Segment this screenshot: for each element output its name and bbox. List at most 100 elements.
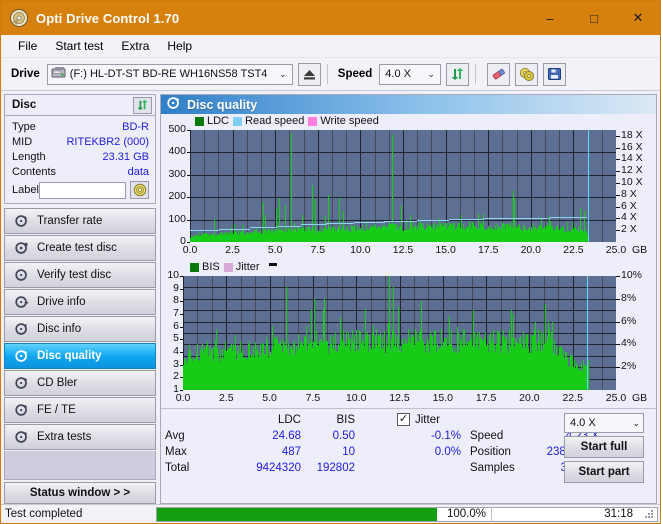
chevron-down-icon[interactable]: ⌄ — [632, 418, 640, 429]
progress-bar-fill — [157, 507, 437, 521]
disc-info-icon — [12, 322, 32, 336]
stats-avg-bis: 0.50 — [332, 430, 355, 442]
chevron-down-icon[interactable]: ⌄ — [424, 69, 438, 80]
stats-col-ldc: LDC — [277, 414, 301, 426]
drive-label: Drive — [11, 68, 40, 80]
axis-tick — [616, 171, 620, 172]
eject-button[interactable] — [297, 62, 321, 86]
samples-stat-label: Samples — [470, 462, 515, 474]
axis-tick — [180, 327, 183, 328]
axis-tick-label: 5.0 — [267, 244, 283, 256]
sidebar-item-extra-tests[interactable]: Extra tests — [4, 424, 156, 450]
axis-tick-label: 17.5 — [477, 244, 499, 256]
axis-tick-label: 12 X — [621, 164, 643, 177]
start-full-button[interactable]: Start full — [564, 436, 644, 458]
axis-tick-label: 5 — [173, 332, 179, 345]
axis-tick-label: 25.0 — [605, 392, 627, 404]
erase-button[interactable] — [487, 62, 511, 86]
disc-label-input[interactable] — [38, 181, 126, 199]
drive-select[interactable]: (F:) HL-DT-ST BD-RE WH16NS58 TST4 ⌄ — [46, 63, 293, 85]
legend-swatch-ldc — [195, 116, 204, 126]
axis-tick — [180, 301, 183, 302]
status-separator — [491, 507, 492, 521]
stats-col-bis: BIS — [336, 414, 355, 426]
sidebar-item-create-test-disc[interactable]: Create test disc — [4, 235, 156, 261]
disc-verify-icon — [12, 268, 32, 282]
drive-info-icon — [12, 295, 32, 309]
ldc-plot-area[interactable] — [190, 130, 616, 242]
stats-avg-ldc: 24.68 — [272, 430, 301, 442]
window-controls: – □ ✕ — [528, 1, 660, 35]
disc-label-row: Label — [12, 181, 149, 199]
disc-label-button[interactable] — [130, 181, 149, 199]
disc-bler-icon — [12, 376, 32, 390]
sidebar-label: Verify test disc — [37, 269, 112, 281]
sidebar-item-fe-te[interactable]: FE / TE — [4, 397, 156, 423]
chevron-down-icon[interactable]: ⌄ — [276, 69, 290, 80]
axis-tick-label: 10.0 — [345, 392, 367, 404]
app-disc-icon — [9, 8, 29, 28]
axis-tick-label: 10 — [167, 269, 179, 281]
legend-write-speed: Write speed — [308, 115, 379, 127]
disc-mid-label: MID — [12, 135, 33, 148]
menu-extra[interactable]: Extra — [112, 37, 158, 55]
nav-list: Transfer rate Create test disc Verify te… — [4, 208, 156, 450]
stats-row-avg-label: Avg — [165, 430, 185, 442]
legend-label: Jitter — [235, 261, 260, 273]
bis-plot-area[interactable] — [183, 276, 616, 390]
toolbar: Drive (F:) HL-DT-ST BD-RE WH16NS58 TST4 … — [1, 58, 660, 91]
menu-start-test[interactable]: Start test — [46, 37, 112, 55]
disc-panel-header: Disc — [5, 95, 155, 116]
maximize-button[interactable]: □ — [572, 1, 616, 35]
speed-select[interactable]: 4.0 X ⌄ — [379, 63, 442, 85]
sidebar-item-drive-info[interactable]: Drive info — [4, 289, 156, 315]
discs-button[interactable] — [515, 62, 539, 86]
statistics-panel: LDC BIS Avg Max Total 24.68 487 9424320 … — [161, 408, 656, 484]
axis-tick-label: 12.5 — [389, 392, 410, 404]
legend-label: Read speed — [245, 115, 305, 127]
sidebar-item-verify-test-disc[interactable]: Verify test disc — [4, 262, 156, 288]
menu-help[interactable]: Help — [158, 37, 201, 55]
axis-tick — [187, 175, 190, 176]
speed-stat-label: Speed — [470, 430, 504, 442]
axis-tick — [616, 183, 620, 184]
axis-tick-label: 25.0 — [605, 244, 627, 256]
disc-refresh-button[interactable] — [133, 96, 152, 114]
ldc-chart: LDC Read speed Write speed 0 100 200 300 400… — [161, 114, 656, 260]
axis-tick-label: 17.5 — [475, 392, 497, 404]
test-speed-select[interactable]: 4.0 X ⌄ — [564, 413, 644, 433]
legend-jitter: Jitter — [223, 261, 260, 273]
disc-mid-value: RITEKBR2 (000) — [66, 135, 149, 148]
sidebar: Disc Type BD-R MID RITEKBR2 (000) Length… — [4, 94, 156, 504]
start-part-button[interactable]: Start part — [564, 461, 644, 483]
sidebar-item-transfer-rate[interactable]: Transfer rate — [4, 208, 156, 234]
sidebar-item-cd-bler[interactable]: CD Bler — [4, 370, 156, 396]
sidebar-label: Extra tests — [37, 431, 92, 443]
jitter-checkbox[interactable]: ✓ — [397, 413, 410, 426]
menu-file[interactable]: File — [9, 37, 46, 55]
status-window-button[interactable]: Status window > > — [4, 482, 156, 504]
sidebar-item-disc-quality[interactable]: Disc quality — [4, 343, 156, 369]
test-speed-value: 4.0 X — [570, 417, 596, 429]
refresh-button[interactable] — [446, 62, 470, 86]
disc-type-value: BD-R — [122, 120, 149, 133]
elapsed-time: 31:18 — [604, 508, 633, 520]
axis-tick-label: 6% — [621, 314, 637, 327]
sidebar-label: Transfer rate — [37, 215, 103, 227]
save-button[interactable] — [543, 62, 567, 86]
axis-unit-label: GB — [632, 244, 648, 256]
axis-tick — [180, 390, 183, 391]
speed-value: 4.0 X — [385, 68, 411, 80]
axis-tick-label: 7.5 — [305, 392, 321, 404]
disc-contents-value: data — [127, 165, 149, 178]
progress-bar: 100.0% 31:18 — [156, 506, 658, 522]
axis-tick-label: 7.5 — [310, 244, 326, 256]
sidebar-item-disc-info[interactable]: Disc info — [4, 316, 156, 342]
resize-grip-icon[interactable] — [643, 508, 654, 519]
minimize-button[interactable]: – — [528, 1, 572, 35]
disc-fete-icon — [12, 403, 32, 417]
axis-tick — [616, 148, 620, 149]
axis-tick — [616, 322, 620, 323]
close-button[interactable]: ✕ — [616, 1, 660, 35]
sidebar-label: Drive info — [37, 296, 86, 308]
